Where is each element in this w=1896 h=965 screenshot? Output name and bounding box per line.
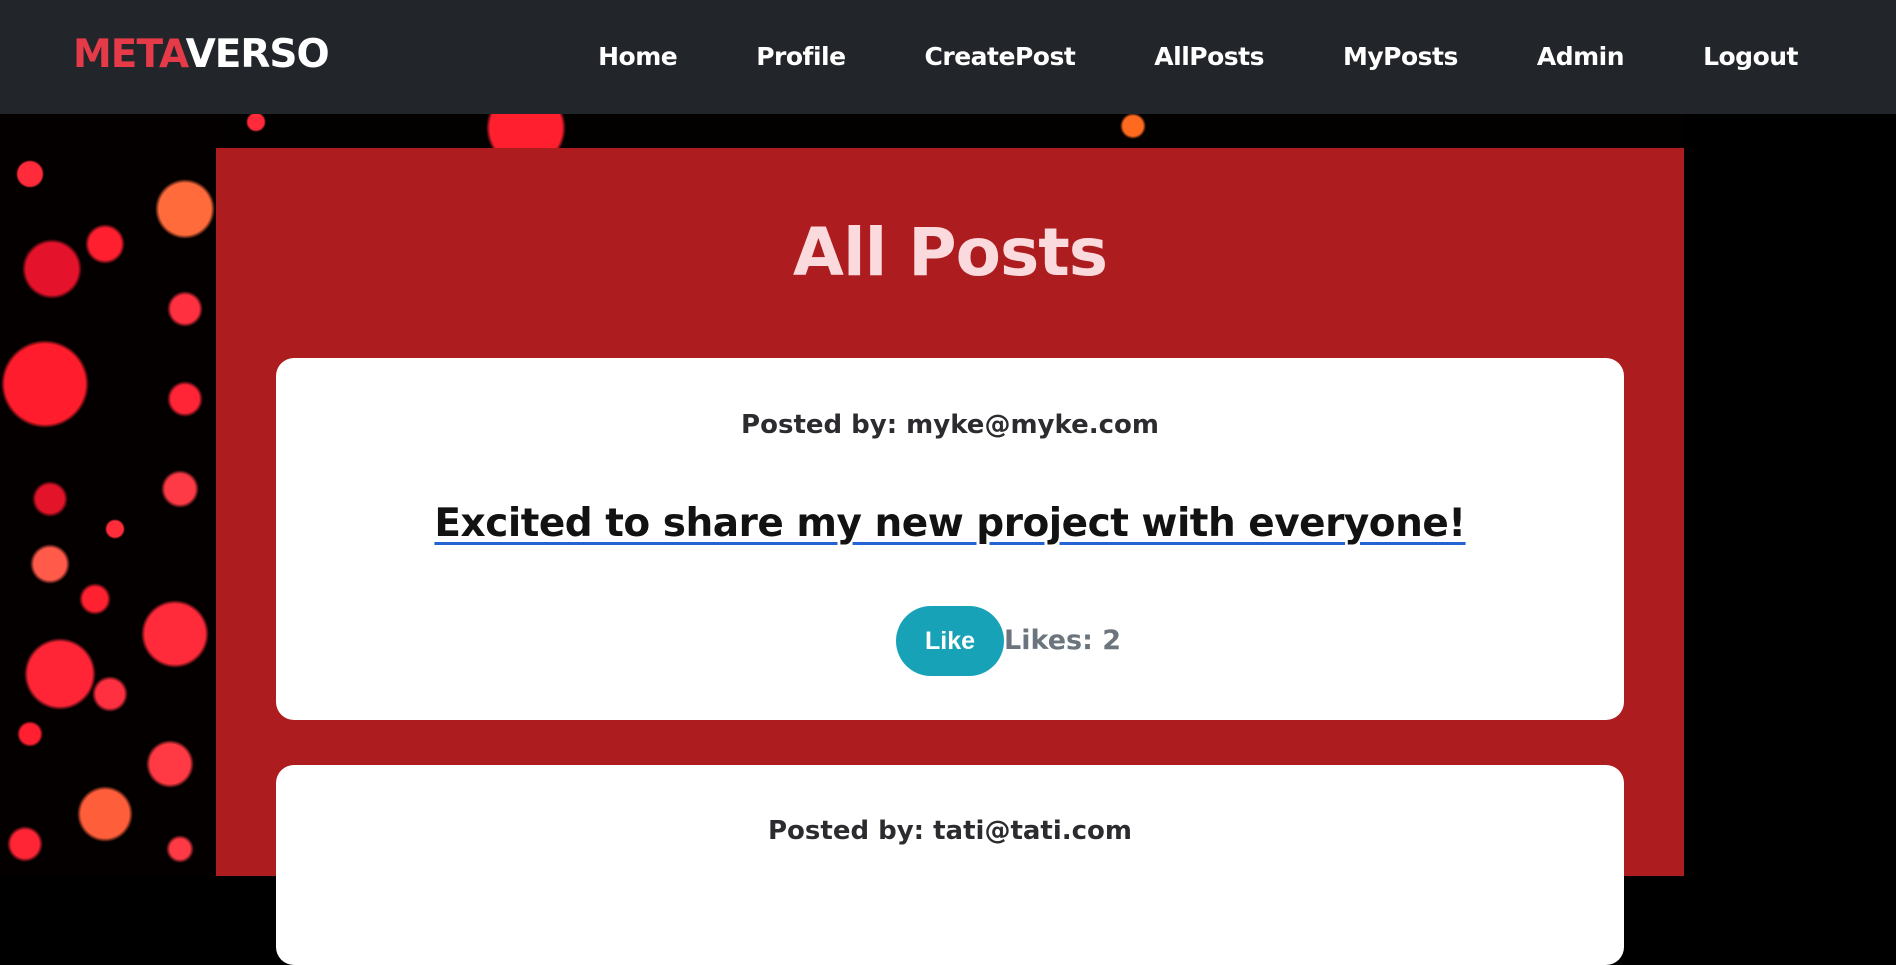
- nav-link-home[interactable]: Home: [598, 38, 678, 76]
- page-title: All Posts: [792, 214, 1108, 291]
- nav-link-allposts[interactable]: AllPosts: [1154, 38, 1264, 76]
- background-bokeh: [0, 114, 216, 876]
- nav-link-admin[interactable]: Admin: [1537, 38, 1625, 76]
- post-author: Posted by: myke@myke.com: [741, 410, 1159, 440]
- brand-logo[interactable]: METAVERSO: [73, 30, 330, 80]
- like-button[interactable]: Like: [896, 606, 1004, 676]
- background-bokeh-top: [216, 114, 1684, 148]
- nav-link-createpost[interactable]: CreatePost: [925, 38, 1076, 76]
- likes-count: Likes: 2: [1004, 625, 1122, 656]
- brand-logo-verso: VERSO: [185, 32, 330, 77]
- post-card: Posted by: tati@tati.com: [276, 765, 1624, 965]
- post-author: Posted by: tati@tati.com: [768, 816, 1132, 846]
- like-row: Like Likes: 2: [276, 606, 1624, 676]
- brand-logo-meta: META: [73, 32, 187, 77]
- posts-panel: All Posts Posted by: myke@myke.com Excit…: [216, 148, 1684, 965]
- nav-links: Home Profile CreatePost AllPosts MyPosts…: [598, 38, 1798, 76]
- post-card: Posted by: myke@myke.com Excited to shar…: [276, 358, 1624, 720]
- nav-link-logout[interactable]: Logout: [1703, 38, 1798, 76]
- nav-link-profile[interactable]: Profile: [756, 38, 846, 76]
- nav-link-myposts[interactable]: MyPosts: [1343, 38, 1458, 76]
- post-content-link[interactable]: Excited to share my new project with eve…: [276, 500, 1624, 548]
- navbar: METAVERSO Home Profile CreatePost AllPos…: [0, 0, 1896, 114]
